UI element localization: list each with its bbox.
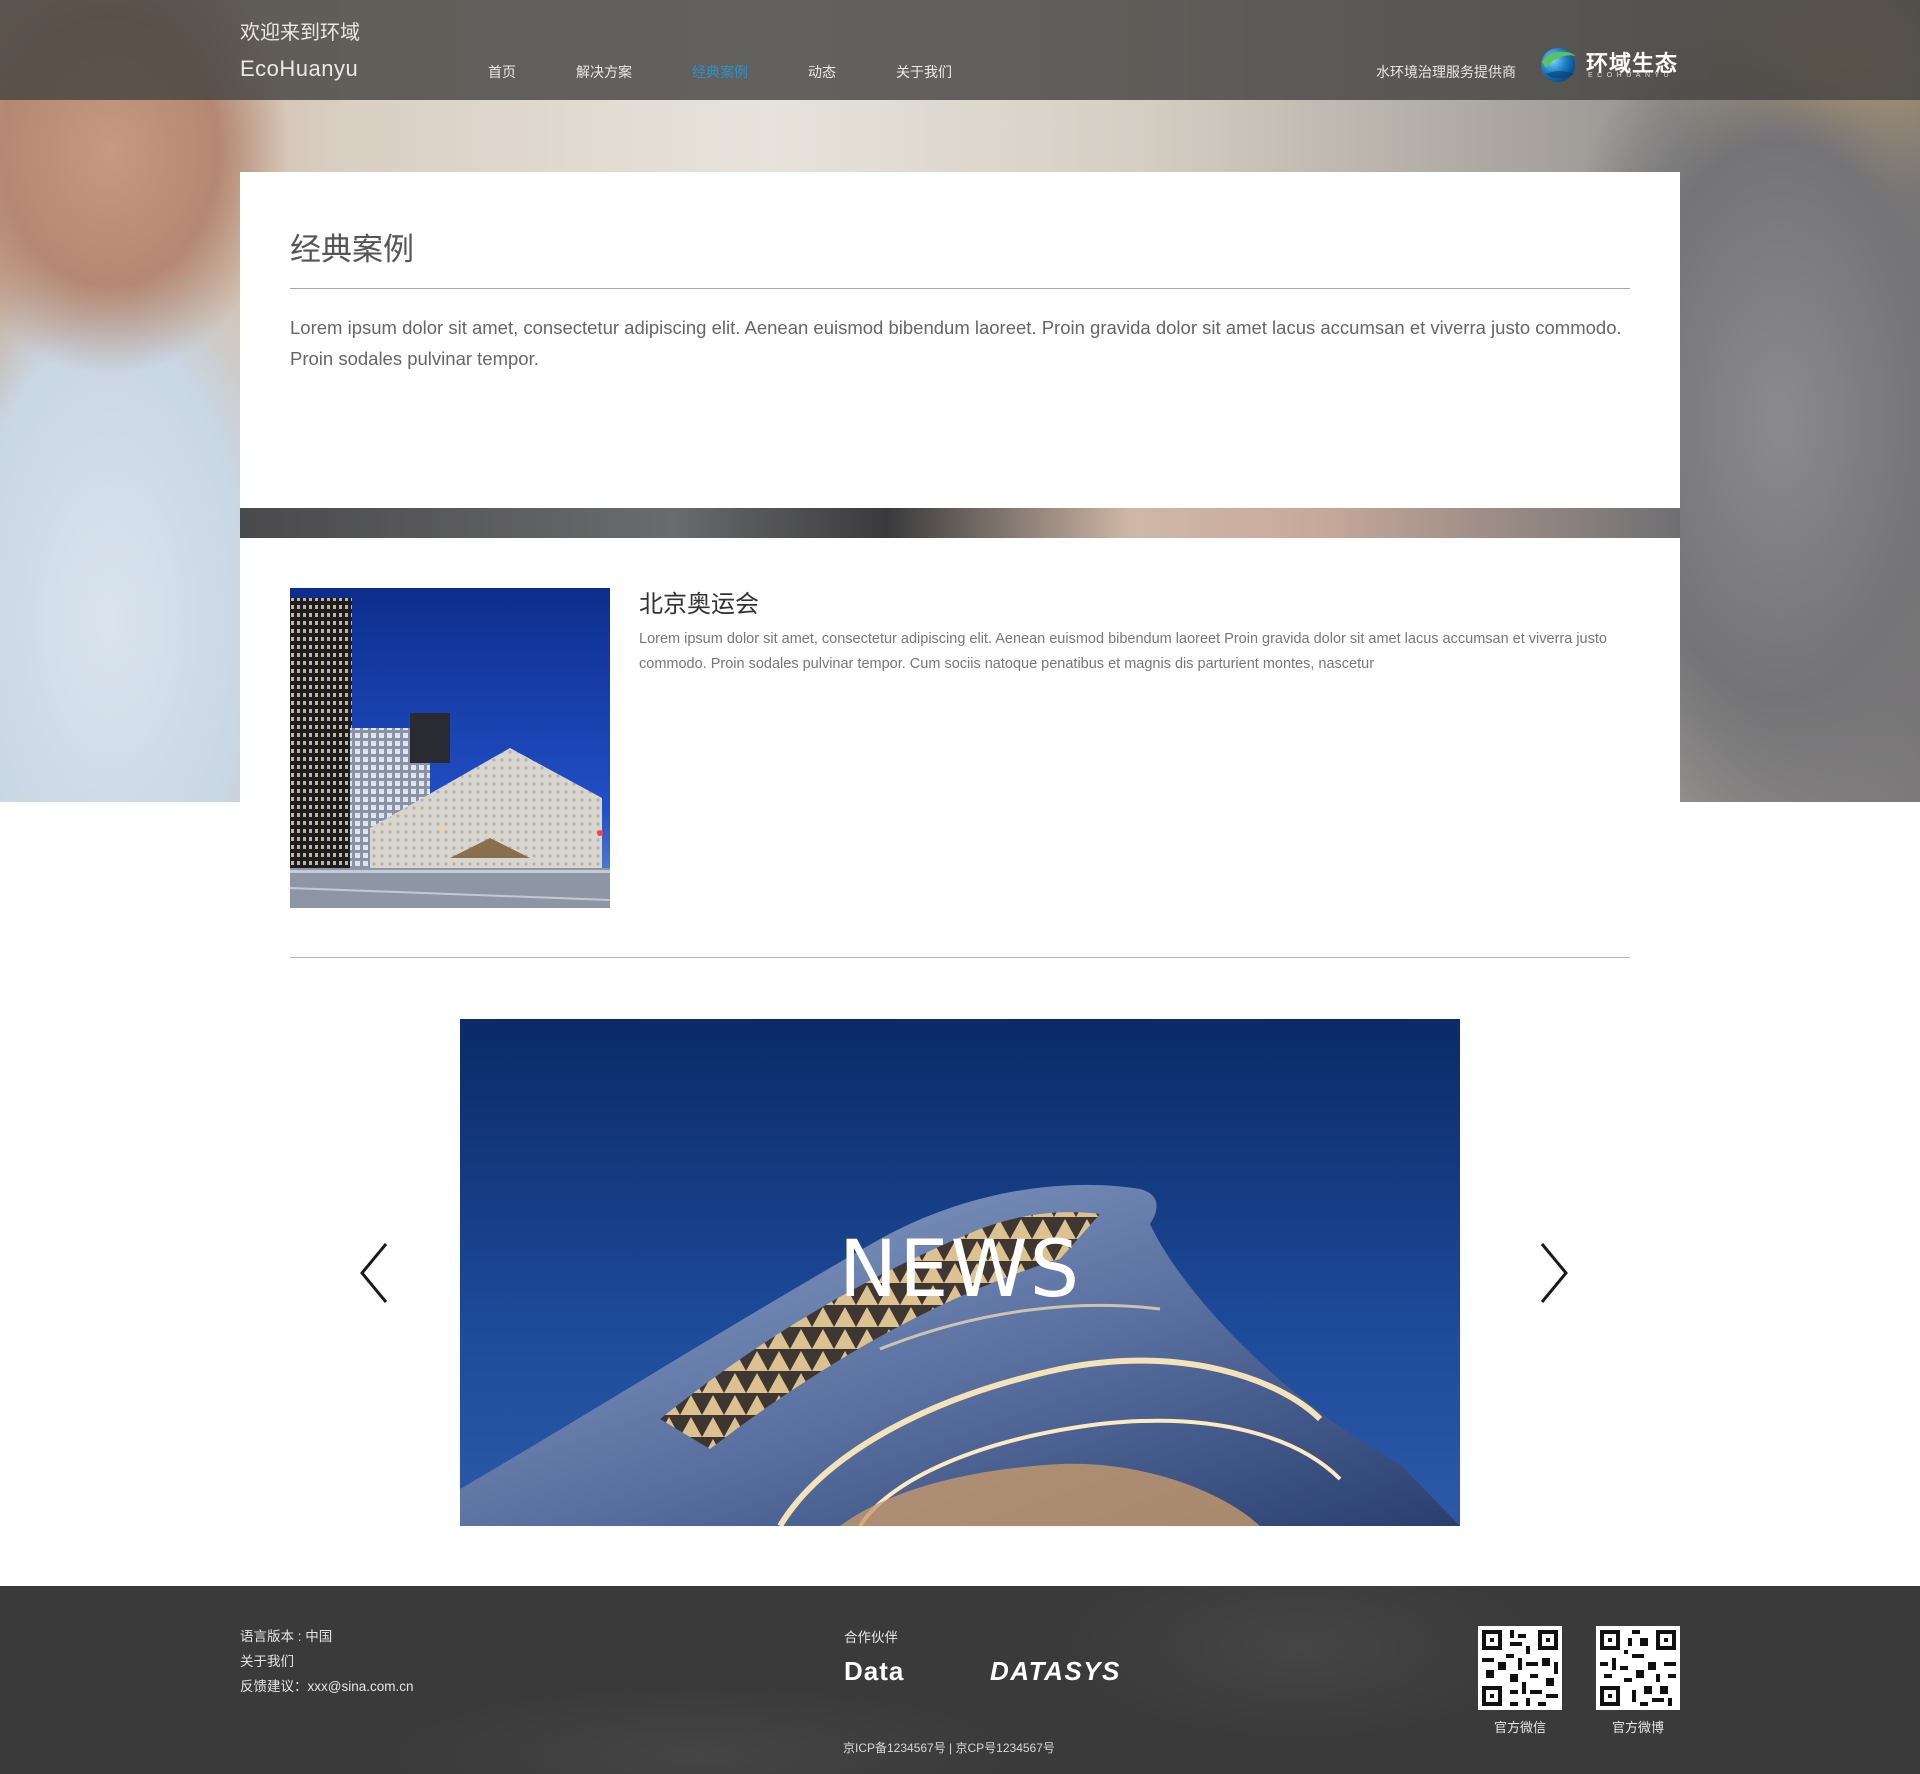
logo-subtext: ECOHUANYU	[1588, 72, 1674, 79]
chevron-right-icon	[1540, 1243, 1568, 1303]
weibo-qr-code	[1596, 1626, 1680, 1710]
hero-strip	[240, 508, 1680, 538]
news-carousel[interactable]: NEWS	[460, 1019, 1460, 1526]
main-nav: 首页 解决方案 经典案例 动态 关于我们	[488, 62, 1012, 82]
section-divider	[290, 957, 1630, 958]
site-footer: 语言版本 : 中国 关于我们 反馈建议：xxx@sina.com.cn 合作伙伴…	[0, 1586, 1920, 1774]
globe-logo-icon	[1541, 48, 1576, 82]
case-title[interactable]: 北京奥运会	[639, 584, 759, 619]
nav-cases[interactable]: 经典案例	[692, 62, 748, 82]
news-title: NEWS	[838, 1225, 1082, 1315]
intro-description: Lorem ipsum dolor sit amet, consectetur …	[290, 317, 1622, 369]
carousel-prev-button[interactable]	[356, 1240, 396, 1306]
site-header: 欢迎来到环域 EcoHuanyu 首页 解决方案 经典案例 动态 关于我们 水环…	[0, 0, 1920, 100]
case-thumbnail[interactable]	[290, 588, 610, 908]
partners-label: 合作伙伴	[844, 1630, 898, 1645]
header-tagline: 水环境治理服务提供商	[1376, 64, 1516, 80]
brand-name[interactable]: EcoHuanyu	[240, 56, 358, 82]
nav-about[interactable]: 关于我们	[896, 62, 952, 82]
nav-news[interactable]: 动态	[808, 62, 836, 82]
wechat-qr-code	[1478, 1626, 1562, 1710]
footer-about-link[interactable]: 关于我们	[240, 1649, 413, 1674]
icp-license: 京ICP备1234567号 | 京CP号1234567号	[843, 1741, 1055, 1755]
site-logo[interactable]: 环域生态 ECOHUANYU	[1538, 44, 1684, 84]
footer-info: 语言版本 : 中国 关于我们 反馈建议：xxx@sina.com.cn	[240, 1624, 413, 1699]
partner-logo-datasys[interactable]: DATASYS	[990, 1656, 1121, 1687]
weibo-label: 官方微博	[1611, 1720, 1664, 1735]
feedback-contact[interactable]: 反馈建议：xxx@sina.com.cn	[240, 1674, 413, 1699]
language-version[interactable]: 语言版本 : 中国	[240, 1624, 413, 1649]
page-title: 经典案例	[290, 232, 414, 267]
wechat-label: 官方微信	[1493, 1720, 1546, 1735]
carousel-next-button[interactable]	[1532, 1240, 1572, 1306]
nav-solutions[interactable]: 解决方案	[576, 62, 632, 82]
intro-card: 经典案例 Lorem ipsum dolor sit amet, consect…	[240, 172, 1680, 508]
chevron-left-icon	[360, 1243, 388, 1303]
case-card: 北京奥运会 Lorem ipsum dolor sit amet, consec…	[240, 538, 1680, 958]
case-description: Lorem ipsum dolor sit amet, consectetur …	[639, 631, 1607, 672]
partner-logo-data[interactable]: Data	[844, 1656, 904, 1687]
welcome-text: 欢迎来到环域	[240, 22, 360, 44]
nav-home[interactable]: 首页	[488, 62, 516, 82]
title-divider	[290, 288, 1630, 289]
